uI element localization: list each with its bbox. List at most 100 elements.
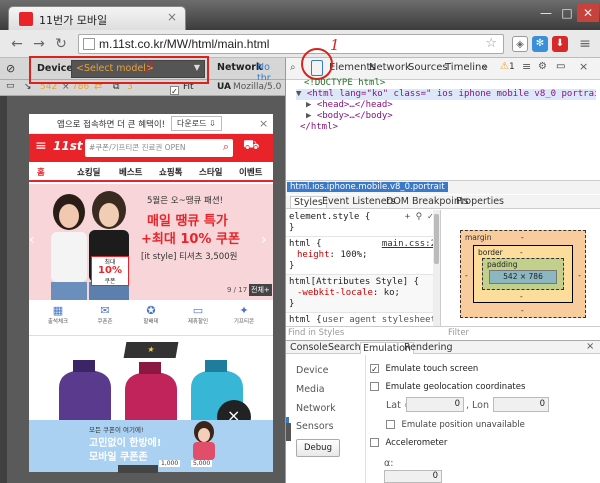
html-rule-source[interactable]: main.css:2 bbox=[382, 239, 436, 250]
menu-item-shocking[interactable]: 쇼킹딜 bbox=[77, 166, 100, 178]
tab-sources[interactable]: Sources bbox=[408, 62, 448, 73]
minimize-icon[interactable]: — bbox=[535, 4, 557, 22]
dom-doctype[interactable]: <!DOCTYPE html> bbox=[296, 78, 596, 89]
position-unavailable-checkbox[interactable] bbox=[386, 419, 395, 429]
content-box[interactable]: 542 × 786 bbox=[489, 270, 557, 284]
emu-nav-device[interactable]: Device bbox=[296, 365, 329, 376]
fit-checkbox[interactable] bbox=[170, 83, 179, 96]
lon-input[interactable]: 0 bbox=[493, 397, 549, 412]
attributes-style-value[interactable]: ko; bbox=[384, 288, 400, 298]
promo-all-button[interactable]: 전체+ bbox=[249, 284, 272, 296]
reload-icon[interactable]: ↻ bbox=[52, 35, 70, 53]
html-rule[interactable]: html { main.css:2 height: 100%; } bbox=[286, 237, 440, 275]
cart-icon[interactable]: ⛟ bbox=[243, 138, 259, 155]
banner-close-icon[interactable]: × bbox=[259, 117, 268, 130]
margin-right-value: - bbox=[578, 271, 581, 280]
tab-properties[interactable]: Properties bbox=[456, 196, 504, 207]
ua-value[interactable]: Mozilla/5.0 (i bbox=[233, 82, 283, 92]
promo-next-icon[interactable]: › bbox=[261, 232, 267, 248]
warning-icon[interactable]: ⚠1 bbox=[500, 61, 515, 72]
drawer-close-icon[interactable]: × bbox=[586, 341, 594, 352]
attributes-style-rule[interactable]: html[Attributes Style] { -webkit-locale:… bbox=[286, 275, 440, 313]
touch-checkbox[interactable] bbox=[370, 363, 379, 373]
viewport-resize-handle[interactable] bbox=[118, 465, 158, 473]
dom-html-node[interactable]: ▼ <html lang="ko" class=" ios iphone mob… bbox=[296, 89, 596, 100]
expand-arrow-icon[interactable]: ▼ bbox=[296, 89, 301, 99]
bookmark-star-icon[interactable]: ☆ bbox=[485, 36, 497, 51]
menu-item-best[interactable]: 베스트 bbox=[119, 166, 142, 178]
hamburger-icon[interactable]: ≡ bbox=[35, 138, 47, 154]
shield-extension-icon[interactable]: ◈ bbox=[512, 36, 528, 52]
emu-nav-sensors[interactable]: Sensors bbox=[296, 421, 334, 432]
back-icon[interactable]: ← bbox=[8, 35, 26, 53]
styles-scrollbar[interactable] bbox=[433, 210, 440, 326]
site-search-icon[interactable]: ⌕ bbox=[223, 140, 229, 154]
dock-icon[interactable]: ▭ bbox=[556, 61, 565, 72]
alpha-input[interactable]: 0 bbox=[384, 470, 442, 483]
filter-input[interactable]: Filter bbox=[448, 328, 598, 338]
margin-box[interactable]: margin - - - - border - - padding 542 × … bbox=[460, 230, 586, 318]
menu-item-talk[interactable]: 쇼핑톡 bbox=[159, 166, 182, 178]
quick-item-coupon[interactable]: ✉ 쿠폰존 bbox=[90, 304, 120, 325]
close-tab-icon[interactable]: × bbox=[167, 10, 177, 24]
window-close-icon[interactable]: ✕ bbox=[577, 4, 599, 22]
address-bar[interactable]: m.11st.co.kr/MW/html/main.html ☆ bbox=[78, 34, 504, 54]
breadcrumb[interactable]: html.ios.iphone.mobile.v8_0.portrait bbox=[287, 182, 448, 192]
drawer-tab-console[interactable]: Console bbox=[290, 342, 328, 353]
emu-nav-network[interactable]: Network bbox=[296, 403, 336, 414]
menu-icon[interactable]: ≡ bbox=[576, 35, 594, 53]
accelerometer-row[interactable]: Accelerometer bbox=[370, 435, 447, 448]
drawer-tab-rendering[interactable]: Rendering bbox=[404, 342, 453, 353]
add-rule-icon[interactable]: + ⚲ ✓ bbox=[405, 212, 433, 223]
coupon-tag: 최대 10% 쿠폰 bbox=[91, 256, 129, 286]
tab-network[interactable]: Network bbox=[369, 62, 411, 73]
lat-input[interactable]: 0 bbox=[406, 397, 464, 412]
ua-style-rule[interactable]: html { user agent stylesheet bbox=[286, 313, 440, 326]
download-extension-icon[interactable]: ⬇ bbox=[552, 36, 568, 52]
menu-item-event[interactable]: 이벤트 bbox=[239, 166, 262, 178]
drawer-resize-handle[interactable] bbox=[286, 423, 291, 441]
html-rule-value[interactable]: 100%; bbox=[340, 250, 367, 260]
dom-body-node[interactable]: ▶ <body>…</body> bbox=[296, 111, 596, 122]
promo-banner[interactable]: 5월은 오~땡큐 패션! 매일 땡큐 특가 +최대 10% 쿠폰 [it sty… bbox=[29, 184, 273, 300]
devtools-close-icon[interactable]: × bbox=[579, 60, 588, 73]
quick-item-attendance[interactable]: ▦ 출석체크 bbox=[43, 304, 73, 325]
menu-item-home[interactable]: 홈 bbox=[37, 166, 45, 178]
forward-icon[interactable]: → bbox=[30, 35, 48, 53]
geolocation-checkbox[interactable] bbox=[370, 381, 379, 391]
tab-event-listeners[interactable]: Event Listeners bbox=[322, 196, 395, 207]
quick-item-gifticon[interactable]: ✦ 기프티콘 bbox=[229, 304, 259, 325]
debug-button[interactable]: Debug bbox=[296, 439, 340, 457]
margin-label: margin bbox=[465, 233, 492, 242]
padding-box[interactable]: padding 542 × 786 bbox=[482, 258, 564, 290]
touch-row[interactable]: Emulate touch screen bbox=[370, 361, 478, 374]
attributes-style-prop[interactable]: -webkit-locale bbox=[297, 288, 373, 298]
browser-tab[interactable]: 11번가 모바일 × bbox=[8, 6, 186, 30]
dom-head-node[interactable]: ▶ <head>…</head> bbox=[296, 100, 596, 111]
geolocation-row[interactable]: Emulate geolocation coordinates bbox=[370, 379, 525, 392]
menu-item-style[interactable]: 스타일 bbox=[199, 166, 222, 178]
settings-gear-icon[interactable]: ⚙ bbox=[538, 61, 547, 72]
site-logo[interactable]: 11st bbox=[53, 139, 83, 153]
quick-item-partner[interactable]: ▭ 제휴할인 bbox=[183, 304, 213, 325]
extension-icon[interactable]: ✻ bbox=[532, 36, 548, 52]
app-download-button[interactable]: 다운로드 ⇩ bbox=[171, 116, 222, 131]
collapse-arrow-icon[interactable]: ▶ bbox=[306, 100, 311, 110]
drawer-tab-search[interactable]: Search bbox=[328, 342, 361, 353]
border-box[interactable]: border - - padding 542 × 786 bbox=[473, 245, 573, 303]
collapse-arrow-icon[interactable]: ▶ bbox=[306, 111, 311, 121]
accelerometer-checkbox[interactable] bbox=[370, 437, 379, 447]
element-style-rule[interactable]: element.style { + ⚲ ✓ } bbox=[286, 210, 440, 237]
console-drawer-icon[interactable]: ≡ bbox=[522, 60, 531, 73]
emu-nav-media[interactable]: Media bbox=[296, 384, 325, 395]
inspect-icon[interactable]: ⌕ bbox=[290, 62, 296, 73]
position-unavailable-row[interactable]: Emulate position unavailable bbox=[386, 417, 525, 430]
find-in-styles-input[interactable]: Find in Styles bbox=[288, 328, 438, 338]
html-rule-prop[interactable]: height bbox=[297, 250, 330, 260]
more-tabs-icon[interactable]: » bbox=[482, 62, 488, 73]
emulation-toggle-icon[interactable]: ⊘ bbox=[6, 62, 15, 75]
promo-prev-icon[interactable]: ‹ bbox=[29, 232, 35, 248]
quick-item-sale[interactable]: ✪ 할배데 bbox=[136, 304, 166, 325]
maximize-icon[interactable]: □ bbox=[556, 4, 578, 22]
site-search-box[interactable]: #쿠폰/기프티콘 진료권 OPEN ⌕ bbox=[85, 139, 233, 157]
